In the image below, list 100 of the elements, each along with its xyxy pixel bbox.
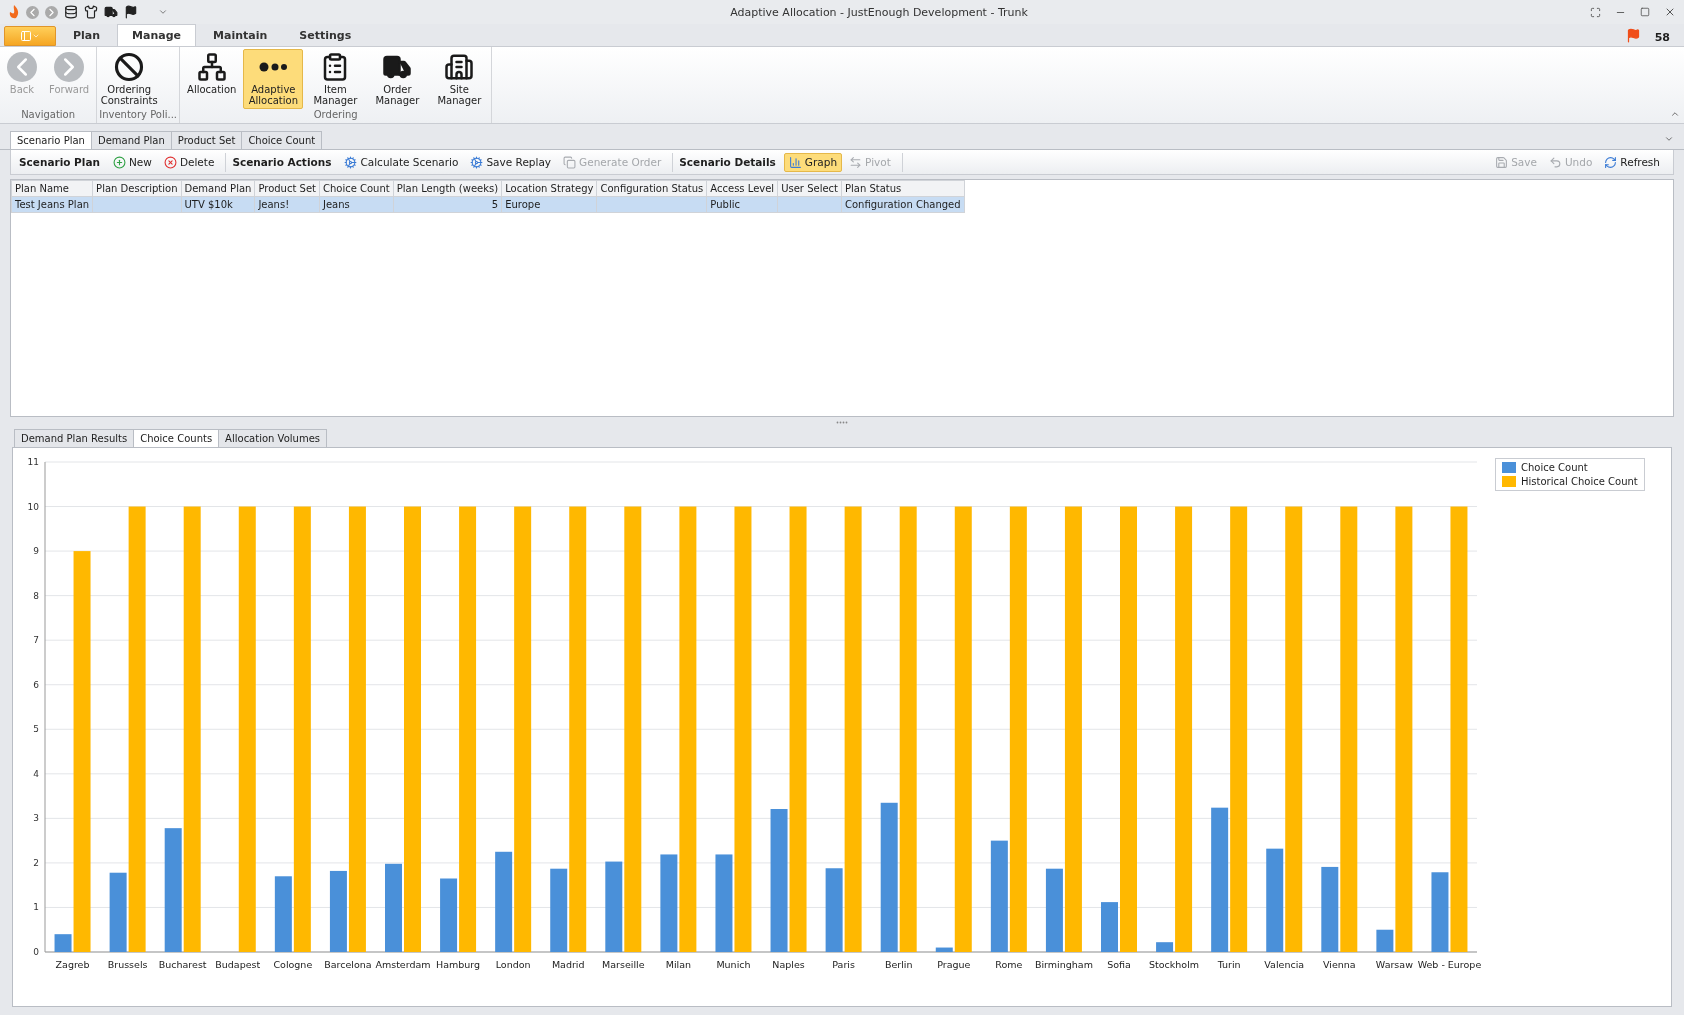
- column-header[interactable]: Configuration Status: [596, 180, 707, 197]
- toolbar-button[interactable]: New: [108, 152, 157, 172]
- toolbar-heading: Scenario Actions: [232, 156, 332, 168]
- legend-label: Choice Count: [1521, 462, 1588, 473]
- back-icon: [7, 52, 37, 82]
- toolbar-heading: Scenario Plan: [19, 156, 100, 168]
- x-axis-label: Warsaw: [1375, 959, 1413, 970]
- panel-icon: [20, 30, 32, 42]
- x-axis-label: Rome: [995, 959, 1023, 970]
- undo-icon: [1548, 155, 1562, 169]
- x-axis-label: Naples: [772, 959, 805, 970]
- column-header[interactable]: Plan Description: [92, 180, 181, 197]
- forward-icon[interactable]: [45, 5, 58, 19]
- close-icon[interactable]: [1664, 6, 1676, 18]
- caret-icon: [32, 32, 40, 40]
- y-tick-label: 10: [27, 501, 39, 512]
- x-axis-label: Zagreb: [55, 959, 90, 970]
- y-tick-label: 9: [33, 546, 39, 557]
- splitter-grip-icon[interactable]: [836, 420, 848, 424]
- x-axis-label: Bucharest: [158, 959, 207, 970]
- x-axis-label: Barcelona: [324, 959, 372, 970]
- x-axis-label: Milan: [665, 959, 692, 970]
- x-axis-label: Munich: [716, 959, 751, 970]
- ribbon-button[interactable]: Order Manager: [367, 49, 428, 109]
- column-header[interactable]: Access Level: [706, 180, 778, 197]
- x-axis-label: Paris: [832, 959, 855, 970]
- x-axis-label: Sofia: [1107, 959, 1131, 970]
- bar-chart-icon: [788, 155, 802, 169]
- column-header[interactable]: Demand Plan: [181, 180, 255, 197]
- notification-count: 58: [1654, 31, 1670, 44]
- refresh-icon: [1604, 155, 1618, 169]
- document-tab[interactable]: Scenario Plan: [10, 131, 92, 149]
- toolbar-button[interactable]: Refresh: [1599, 152, 1665, 172]
- toolbar-button[interactable]: Graph: [783, 152, 843, 172]
- x-axis-label: Valencia: [1264, 959, 1305, 970]
- ribbon-button[interactable]: Allocation: [182, 49, 242, 109]
- back-icon[interactable]: [26, 5, 39, 19]
- column-header[interactable]: Product Set: [254, 180, 320, 197]
- y-tick-label: 4: [33, 768, 39, 779]
- forward-icon: [54, 52, 85, 82]
- y-tick-label: 1: [33, 902, 39, 913]
- x-axis-label: Vienna: [1323, 959, 1356, 970]
- legend-label: Historical Choice Count: [1521, 476, 1638, 487]
- collapse-ribbon-icon[interactable]: [1670, 109, 1680, 119]
- ribbon-tab[interactable]: Plan: [58, 24, 116, 46]
- toolbar-heading: Scenario Details: [679, 156, 776, 168]
- truck-icon[interactable]: [104, 5, 118, 19]
- gear-icon: [470, 155, 484, 169]
- x-axis-label: Berlin: [884, 959, 913, 970]
- tabs-dropdown-icon[interactable]: [1664, 134, 1674, 144]
- customize-dropdown-icon[interactable]: [158, 7, 168, 17]
- x-axis-label: Marseille: [602, 959, 645, 970]
- x-axis-label: Cologne: [273, 959, 313, 970]
- column-header[interactable]: User Select: [777, 180, 842, 197]
- ribbon-tab[interactable]: Settings: [284, 24, 367, 46]
- results-tab[interactable]: Demand Plan Results: [14, 429, 135, 447]
- y-tick-label: 7: [33, 635, 39, 646]
- bar: [1101, 902, 1118, 952]
- y-tick-label: 3: [33, 813, 39, 824]
- x-axis-label: Prague: [937, 959, 971, 970]
- ribbon-group-label: Ordering: [312, 109, 359, 122]
- column-header[interactable]: Plan Length (weeks): [393, 180, 502, 197]
- database-icon[interactable]: [64, 5, 78, 19]
- plus-icon: [113, 155, 126, 169]
- toolbar-button[interactable]: Delete: [158, 152, 220, 172]
- x-axis-label: Budapest: [215, 959, 261, 970]
- y-tick-label: 6: [33, 679, 39, 690]
- copy-icon: [563, 155, 577, 169]
- column-header[interactable]: Location Strategy: [501, 180, 597, 197]
- x-axis-label: Turin: [1217, 959, 1241, 970]
- fullscreen-icon[interactable]: [1590, 6, 1601, 18]
- column-header[interactable]: Plan Status: [841, 180, 965, 197]
- toolbar-button[interactable]: Save Replay: [465, 152, 557, 172]
- prohibited-icon: [114, 52, 145, 82]
- ribbon-button[interactable]: Ordering Constraints: [99, 49, 160, 109]
- ribbon-tab[interactable]: Maintain: [198, 24, 283, 46]
- column-header[interactable]: Choice Count: [319, 180, 394, 197]
- restore-icon[interactable]: [1640, 7, 1650, 17]
- x-axis-label: Web - Europe: [1417, 959, 1482, 970]
- ribbon-group-label: Navigation: [20, 109, 77, 122]
- hierarchy-icon: [196, 52, 227, 82]
- x-axis-label: Hamburg: [436, 959, 481, 970]
- column-header[interactable]: Plan Name: [11, 180, 93, 197]
- x-axis-label: Amsterdam: [375, 959, 431, 970]
- app-logo-icon[interactable]: [8, 5, 20, 19]
- flag-icon[interactable]: [124, 5, 138, 19]
- ribbon-tab[interactable]: Manage: [117, 24, 197, 46]
- ribbon-button[interactable]: Item Manager: [305, 49, 366, 109]
- document-tab[interactable]: Choice Count: [241, 131, 323, 149]
- y-tick-label: 0: [33, 947, 39, 957]
- shirt-icon[interactable]: [84, 5, 98, 19]
- x-axis-label: Madrid: [551, 959, 585, 970]
- gear-icon: [344, 155, 358, 169]
- delete-icon: [163, 155, 177, 169]
- toolbar-button[interactable]: Calculate Scenario: [339, 152, 464, 172]
- results-tab[interactable]: Allocation Volumes: [218, 429, 327, 447]
- ribbon-button[interactable]: Site Manager: [429, 49, 490, 109]
- results-tab[interactable]: Choice Counts: [133, 429, 220, 447]
- app-menu-button[interactable]: [4, 26, 56, 46]
- ribbon-button[interactable]: Adaptive Allocation: [243, 49, 304, 109]
